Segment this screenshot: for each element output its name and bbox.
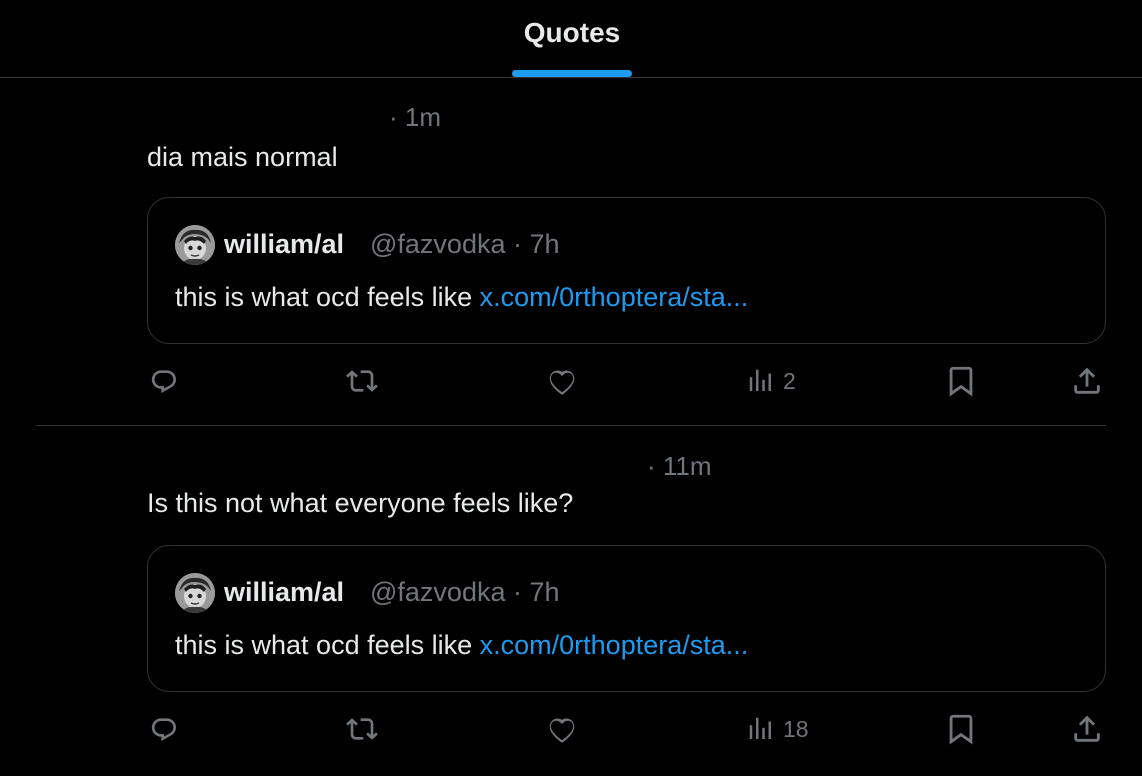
quoted-text-body: this is what ocd feels like: [175, 282, 480, 312]
quoted-text-body: this is what ocd feels like: [175, 630, 480, 660]
quoted-author-handle[interactable]: @fazvodka · 7h: [370, 229, 560, 260]
share-button[interactable]: [1070, 361, 1104, 401]
quoted-author-name[interactable]: william/al: [224, 229, 344, 260]
views-count: 18: [783, 715, 809, 742]
post-timestamp[interactable]: · 11m: [647, 451, 712, 482]
post-actions: 18: [0, 709, 1142, 749]
share-icon: [1070, 364, 1104, 398]
quoted-post-card[interactable]: william/al @fazvodka · 7h this is what o…: [147, 545, 1106, 692]
quoted-post-card[interactable]: william/al @fazvodka · 7h this is what o…: [147, 197, 1106, 344]
reply-button[interactable]: [148, 709, 180, 749]
quoted-post-link[interactable]: x.com/0rthoptera/sta...: [480, 630, 749, 660]
repost-button[interactable]: [343, 709, 381, 749]
bookmark-button[interactable]: [944, 709, 978, 749]
repost-icon: [343, 365, 381, 397]
views-icon: [746, 713, 776, 745]
avatar[interactable]: [175, 225, 215, 265]
reply-button[interactable]: [148, 361, 180, 401]
bookmark-icon: [944, 712, 978, 746]
quoted-post-link[interactable]: x.com/0rthoptera/sta...: [480, 282, 749, 312]
tab-quotes-label: Quotes: [523, 17, 621, 48]
tab-bar: Quotes: [0, 0, 1142, 78]
like-icon: [545, 713, 579, 745]
bookmark-icon: [944, 364, 978, 398]
tab-quotes[interactable]: Quotes: [512, 0, 632, 78]
bookmark-button[interactable]: [944, 361, 978, 401]
quoted-author-name[interactable]: william/al: [224, 577, 344, 608]
post-text: dia mais normal: [147, 142, 338, 172]
repost-button[interactable]: [343, 361, 381, 401]
views-count: 2: [783, 367, 796, 394]
quoted-post-text: this is what ocd feels like x.com/0rthop…: [175, 630, 748, 661]
quoted-post-text: this is what ocd feels like x.com/0rthop…: [175, 282, 748, 313]
avatar[interactable]: [175, 573, 215, 613]
views-button[interactable]: 2: [746, 361, 796, 401]
tab-active-indicator: [512, 70, 632, 77]
reply-icon: [148, 365, 180, 397]
share-button[interactable]: [1070, 709, 1104, 749]
views-button[interactable]: 18: [746, 709, 809, 749]
post-timestamp[interactable]: · 1m: [389, 102, 441, 133]
views-icon: [746, 365, 776, 397]
quote-post[interactable]: · 1m dia mais normal william/al @fazvodk…: [0, 78, 1142, 426]
share-icon: [1070, 712, 1104, 746]
post-text: Is this not what everyone feels like?: [147, 488, 574, 518]
reply-icon: [148, 713, 180, 745]
repost-icon: [343, 713, 381, 745]
quote-post[interactable]: · 11m Is this not what everyone feels li…: [0, 426, 1142, 776]
like-button[interactable]: [545, 709, 579, 749]
like-icon: [545, 365, 579, 397]
post-actions: 2: [0, 361, 1142, 401]
quoted-author-handle[interactable]: @fazvodka · 7h: [370, 577, 560, 608]
like-button[interactable]: [545, 361, 579, 401]
